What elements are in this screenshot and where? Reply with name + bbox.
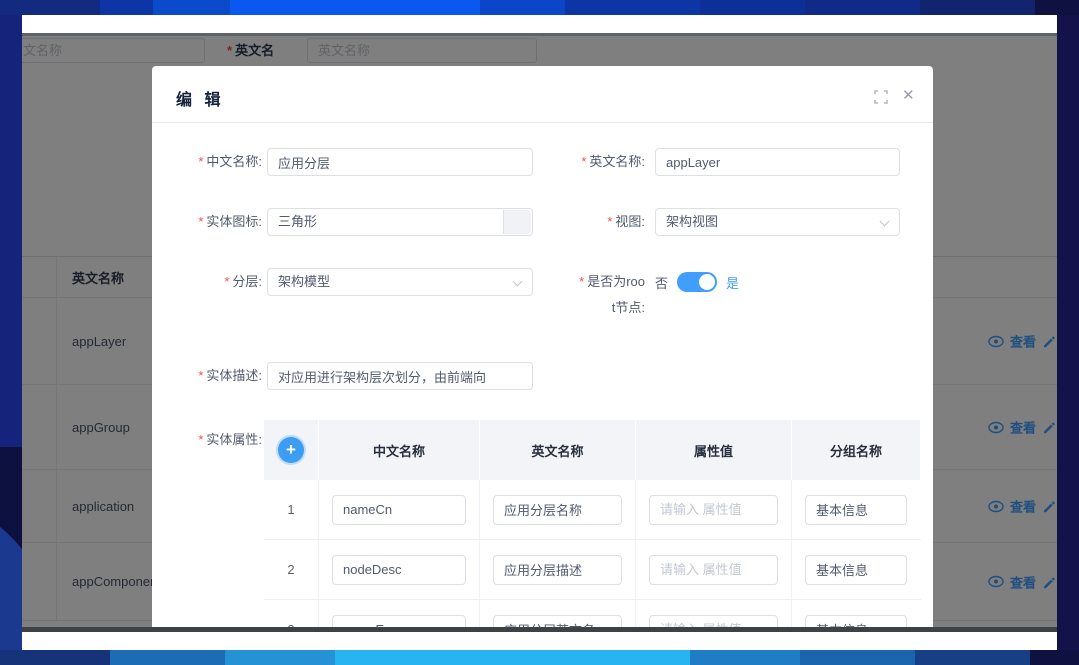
view-label: *视图: — [532, 208, 645, 236]
required-mark: * — [581, 154, 586, 169]
en-name-column-header: 英文名称 — [480, 420, 636, 480]
chevron-down-icon — [880, 217, 890, 227]
entity-desc-input[interactable] — [267, 362, 533, 390]
cn-name-label: *中文名称: — [152, 148, 262, 176]
attr-group-input[interactable] — [805, 495, 907, 525]
cn-name-input[interactable] — [267, 148, 533, 176]
decor-segment — [915, 650, 1030, 665]
attr-value-column-header: 属性值 — [636, 420, 792, 480]
attr-table-header: + 中文名称 英文名称 属性值 分组名称 — [264, 420, 921, 480]
attr-group-input[interactable] — [805, 555, 907, 585]
decor-segment — [225, 650, 335, 665]
viewport-bottom-edge — [22, 627, 1057, 632]
toggle-on-text: 是 — [726, 273, 739, 292]
top-decor-strip — [0, 0, 1079, 15]
modal-header-divider — [152, 122, 933, 123]
decor-segment — [1035, 0, 1079, 15]
layer-label: *分层: — [152, 268, 262, 296]
add-attr-button[interactable]: + — [278, 437, 304, 463]
toggle-off-text: 否 — [655, 273, 668, 292]
entity-attrs-label: *实体属性: — [152, 426, 262, 454]
attr-cn-input[interactable] — [332, 495, 466, 525]
decor-segment — [700, 0, 805, 15]
desktop-frame: *英文名 英文名称 appLayer 查看 — [0, 0, 1079, 665]
decor-segment — [335, 650, 690, 665]
en-name-input[interactable] — [655, 148, 900, 176]
decor-segment — [0, 0, 100, 15]
layer-select[interactable]: 架构模型 — [267, 268, 533, 296]
decor-segment — [805, 0, 920, 15]
is-root-label-line2: t节点: — [532, 294, 645, 322]
bottom-decor-strip — [0, 650, 1079, 665]
cn-name-column-header: 中文名称 — [319, 420, 480, 480]
decor-segment — [480, 0, 565, 15]
is-root-field: 否 是 — [655, 268, 739, 296]
decor-segment — [690, 650, 800, 665]
is-root-label-line1: *是否为roo — [532, 268, 645, 296]
attr-table: + 中文名称 英文名称 属性值 分组名称 1 — [264, 420, 921, 632]
row-index: 1 — [264, 480, 319, 539]
required-mark: * — [224, 274, 229, 289]
row-index: 2 — [264, 540, 319, 599]
viewport-top-edge — [22, 33, 1057, 36]
screenshot-card: *英文名 英文名称 appLayer 查看 — [22, 15, 1057, 650]
entity-desc-label: *实体描述: — [152, 362, 262, 390]
required-mark: * — [198, 432, 203, 447]
close-icon[interactable]: ✕ — [902, 86, 915, 104]
icon-picker-button[interactable] — [503, 210, 531, 234]
app-viewport: *英文名 英文名称 appLayer 查看 — [22, 33, 1057, 632]
required-mark: * — [198, 214, 203, 229]
required-mark: * — [579, 274, 584, 289]
attr-row: 2 — [264, 540, 921, 600]
required-mark: * — [198, 368, 203, 383]
group-name-column-header: 分组名称 — [792, 420, 920, 480]
attr-en-input[interactable] — [493, 555, 622, 585]
decor-segment — [153, 0, 230, 15]
attr-row: 1 — [264, 480, 921, 540]
left-decor-strip — [0, 15, 22, 650]
attr-value-input[interactable] — [649, 495, 778, 525]
layer-select-value: 架构模型 — [278, 274, 330, 289]
decor-segment — [920, 0, 1035, 15]
required-mark: * — [607, 214, 612, 229]
entity-icon-label: *实体图标: — [152, 208, 262, 236]
edit-modal: 编 辑 ✕ *中文名称: *英文名称: *实体图标: — [152, 66, 933, 632]
right-decor-strip — [1057, 15, 1079, 650]
is-root-toggle[interactable] — [677, 272, 717, 292]
attr-en-input[interactable] — [493, 495, 622, 525]
view-select-value: 架构视图 — [666, 214, 718, 229]
add-column-header: + — [264, 420, 319, 480]
attr-value-input[interactable] — [649, 555, 778, 585]
decor-segment — [0, 650, 110, 665]
decor-segment — [100, 0, 153, 15]
fullscreen-icon[interactable] — [874, 90, 888, 104]
attr-cn-input[interactable] — [332, 555, 466, 585]
entity-icon-value: 三角形 — [278, 214, 317, 229]
corner-circle-decor — [0, 493, 22, 650]
toggle-knob — [699, 274, 715, 290]
entity-icon-input[interactable]: 三角形 — [267, 208, 533, 236]
decor-segment — [800, 650, 915, 665]
required-mark: * — [198, 154, 203, 169]
view-select[interactable]: 架构视图 — [655, 208, 900, 236]
modal-title: 编 辑 — [176, 86, 224, 110]
decor-segment — [565, 0, 700, 15]
en-name-label: *英文名称: — [532, 148, 645, 176]
chevron-down-icon — [513, 277, 523, 287]
decor-segment — [1030, 650, 1079, 665]
decor-segment — [110, 650, 225, 665]
decor-segment — [230, 0, 480, 15]
